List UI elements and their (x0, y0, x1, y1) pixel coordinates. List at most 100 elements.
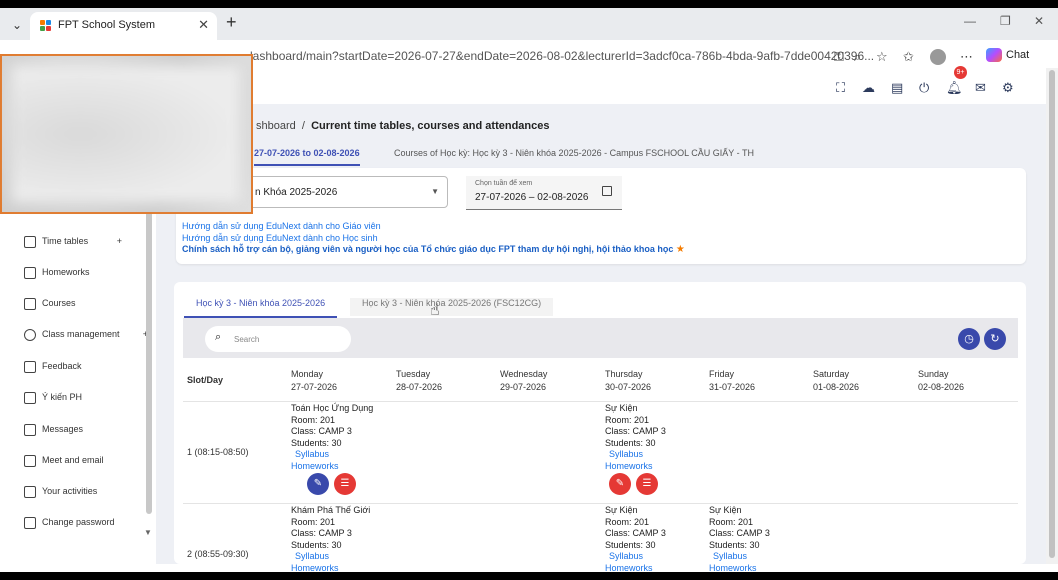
copilot-chat-button[interactable]: Chat (986, 48, 1029, 62)
expand-plus-icon[interactable]: + (117, 232, 122, 250)
syllabus-link[interactable]: Syllabus (605, 449, 666, 461)
redacted-blur (12, 66, 240, 202)
history-clock-button[interactable]: ◷ (958, 328, 980, 350)
folder-icon (24, 297, 36, 310)
breadcrumb-dashboard-link[interactable]: shboard (256, 120, 296, 132)
course-layers-button[interactable]: ☰ (636, 473, 658, 495)
homeworks-link[interactable]: Homeworks (291, 461, 373, 473)
bell-icon[interactable]: 🔔︎ (946, 80, 963, 96)
week-picker[interactable]: Chọn tuần để xem 27-07-2026 – 02-08-2026 (466, 176, 622, 210)
close-tab-icon[interactable]: ✕ (198, 17, 209, 33)
calendar-icon (24, 454, 36, 467)
policy-link[interactable]: Chính sách hỗ trợ cán bộ, giảng viên và … (182, 244, 685, 255)
course-layers-button[interactable]: ☰ (334, 473, 356, 495)
close-window-icon[interactable]: ✕ (1034, 14, 1044, 28)
favorites-list-icon[interactable]: ✩ (903, 49, 914, 65)
page-scrollbar-thumb[interactable] (1049, 70, 1055, 558)
sidebar-item-class-management[interactable]: Class management+ (24, 325, 148, 343)
sidebar-scroll-down-icon[interactable]: ▼ (144, 528, 152, 537)
clipboard-icon (24, 391, 36, 404)
dropdown-arrow-icon: ▼ (431, 187, 439, 196)
cloud-download-icon[interactable]: ☁ (862, 80, 875, 96)
favicon-icon (40, 20, 52, 32)
lock-icon (24, 516, 36, 529)
week-picker-label: Chọn tuần để xem (475, 180, 533, 187)
message-icon (24, 423, 36, 436)
edit-pencil-button[interactable]: ✎ (307, 473, 329, 495)
sidebar-item-label: Time tables (42, 236, 89, 246)
sidebar-item-your-activities[interactable]: Your activities (24, 482, 144, 500)
calendar-icon[interactable] (602, 186, 612, 196)
page-title: Current time tables, courses and attenda… (311, 120, 550, 132)
key-icon[interactable]: ⚿ (834, 49, 844, 65)
browser-tab[interactable]: FPT School System ✕ (30, 12, 217, 40)
redacted-overlay (0, 54, 253, 214)
sidebar-item-label: Class management (42, 329, 120, 339)
sidebar-item-meet-and-email[interactable]: Meet and email (24, 451, 144, 469)
guide-teacher-link[interactable]: Hướng dẫn sử dụng EduNext dành cho Giáo … (182, 221, 381, 231)
slot-2-label: 2 (08:55-09:30) (187, 549, 249, 559)
row-divider (183, 401, 1018, 402)
tab-semester-main[interactable]: Học kỳ 3 - Niên khóa 2025-2026 (184, 298, 338, 318)
tab-semester-fsc12cg[interactable]: Học kỳ 3 - Niên khóa 2025-2026 (FSC12CG) (350, 298, 554, 316)
search-icon: ⌕ (215, 331, 222, 343)
page-scrollbar[interactable] (1046, 68, 1058, 564)
chat-bubble-icon[interactable]: ✉ (975, 80, 986, 96)
sidebar-item-homeworks[interactable]: Homeworks (24, 263, 144, 281)
tab-actions-chevron-icon[interactable]: ⌄ (8, 16, 26, 34)
minimize-icon[interactable]: — (964, 14, 976, 28)
fullscreen-icon[interactable]: ⛶ (836, 80, 845, 96)
sidebar-item-feedback[interactable]: Feedback (24, 357, 144, 375)
clipboard-icon[interactable]: ▤ (891, 80, 903, 96)
document-icon (24, 266, 36, 279)
search-input[interactable]: ⌕ Search (205, 326, 351, 352)
day-header-saturday: Saturday 01-08-2026 (813, 369, 860, 392)
session-cell-s2-monday: Khám Phá Thế Giới Room: 201 Class: CAMP … (291, 505, 371, 573)
sidebar-item-y-kien-ph[interactable]: Ý kiến PH (24, 388, 144, 406)
edit-pencil-button[interactable]: ✎ (609, 473, 631, 495)
syllabus-link[interactable]: Syllabus (291, 449, 373, 461)
new-tab-plus-icon[interactable]: + (226, 12, 237, 33)
more-menu-icon[interactable]: ⋯ (960, 49, 973, 65)
session-cell-s1-monday: Toán Học Ứng Dụng Room: 201 Class: CAMP … (291, 403, 374, 473)
slot-1-label: 1 (08:15-08:50) (187, 447, 249, 457)
homeworks-link[interactable]: Homeworks (605, 461, 666, 473)
sidebar-item-label: Messages (42, 424, 84, 434)
power-icon[interactable]: ⏻ (919, 80, 929, 96)
zoom-icon[interactable]: ⌕ (854, 49, 861, 65)
guide-student-link[interactable]: Hướng dẫn sử dụng EduNext dành cho Học s… (182, 233, 378, 243)
row-divider (183, 503, 1018, 504)
school-year-value: n Khóa 2025-2026 (255, 187, 338, 198)
tab-bar: ⌄ FPT School System ✕ + — ❐ ✕ (0, 8, 1058, 40)
sidebar-item-label: Ý kiến PH (42, 392, 83, 402)
favorite-star-icon[interactable]: ☆ (876, 49, 888, 65)
sidebar-item-messages[interactable]: Messages (24, 420, 144, 438)
sidebar-item-change-password[interactable]: Change password (24, 513, 144, 531)
slot-day-header: Slot/Day (187, 375, 224, 385)
restore-icon[interactable]: ❐ (1000, 14, 1011, 28)
feedback-icon (24, 360, 36, 373)
school-year-select[interactable]: n Khóa 2025-2026 ▼ (240, 176, 448, 208)
profile-avatar[interactable] (930, 49, 946, 65)
syllabus-link[interactable]: Syllabus (291, 551, 370, 563)
week-picker-value: 27-07-2026 – 02-08-2026 (475, 192, 589, 203)
syllabus-link[interactable]: Syllabus (605, 551, 666, 563)
settings-gear-icon[interactable]: ⚙ (1002, 80, 1014, 96)
tab-title: FPT School System (58, 19, 155, 31)
activity-icon (24, 485, 36, 498)
refresh-button[interactable]: ↻ (984, 328, 1006, 350)
syllabus-link[interactable]: Syllabus (709, 551, 770, 563)
chat-label: Chat (1006, 48, 1030, 61)
screen-border (0, 572, 1058, 580)
sidebar-item-time-tables[interactable]: Time tables + (24, 232, 144, 250)
breadcrumb-separator: / (301, 120, 305, 132)
search-placeholder: Search (234, 335, 260, 344)
mouse-cursor-icon: ☝ (430, 302, 440, 319)
day-header-tuesday: Tuesday 28-07-2026 (396, 369, 443, 392)
day-header-monday: Monday 27-07-2026 (291, 369, 338, 392)
sidebar-item-courses[interactable]: Courses (24, 294, 144, 312)
breadcrumb: shboard / Current time tables, courses a… (256, 120, 550, 132)
tab-courses[interactable]: Courses of Học kỳ: Học kỳ 3 - Niên khóa … (394, 148, 754, 158)
url-text[interactable]: lashboard/main?startDate=2026-07-27&endD… (250, 49, 874, 63)
tab-week[interactable]: 27-07-2026 to 02-08-2026 (254, 148, 360, 166)
